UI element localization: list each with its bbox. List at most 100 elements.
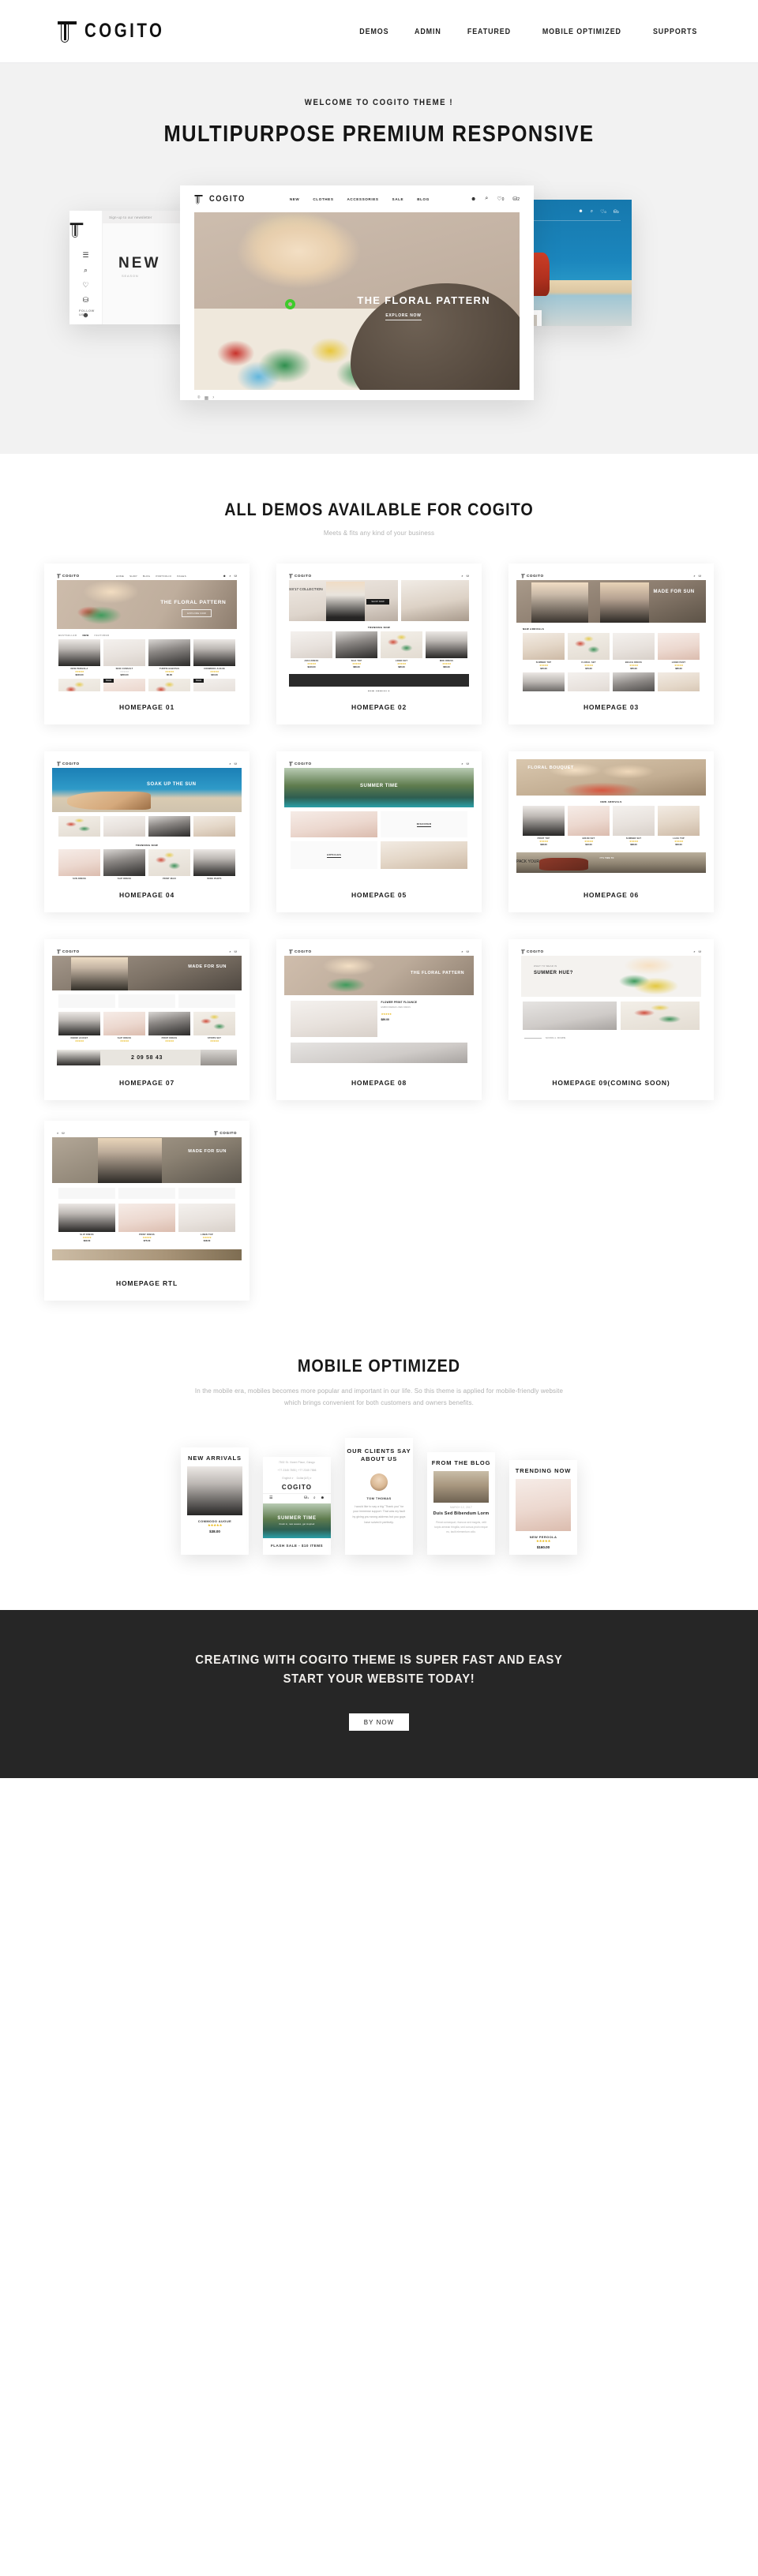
bag-icon[interactable]: ⛁2 xyxy=(512,196,520,202)
product-cell[interactable]: ARIA DRESS ★★★★★ $120.00 xyxy=(291,631,332,668)
product-cell[interactable]: PRINT TOP ★★★★★ $38.00 xyxy=(523,806,565,846)
demo-card-homepage-09[interactable]: COGITO ⌕ ⛁ WHAT TO WEAR IN SUMMER HUE? SC… xyxy=(508,939,714,1100)
search-icon[interactable]: ⌕ xyxy=(461,949,463,953)
search-icon[interactable]: ⌕ xyxy=(485,196,488,202)
search-icon[interactable]: ⌕ xyxy=(57,1131,58,1135)
tab-trending-now[interactable]: TRENDING NOW xyxy=(368,626,390,629)
demo-card-homepage-08[interactable]: COGITO ⌕ ⛁ THE FLORAL PATTERN FLOWER PRIN… xyxy=(276,939,482,1100)
product-cell[interactable] xyxy=(658,672,700,691)
product-cell[interactable]: LINEN TOP ★★★★★ $48.00 xyxy=(178,1204,235,1242)
nav-item-admin[interactable]: ADMIN xyxy=(415,27,441,36)
product-cell[interactable]: COMMODO AUGUE ★★★★★ $40.00 xyxy=(193,639,235,676)
explore-now-link[interactable]: EXPLORE NOW xyxy=(385,313,422,320)
nav-item-featured[interactable]: FEATURED xyxy=(467,27,511,36)
product-cell[interactable]: SKIN CONSULT ★★★★★ $200.00 xyxy=(103,639,145,676)
product-cell[interactable]: SLIP DRESS ★★★★★ xyxy=(103,1012,145,1043)
product-cell[interactable]: WIDE PANTS★★★★★$72.00 xyxy=(193,849,235,879)
product-cell[interactable]: SLIP DRESS★★★★★$88.00 xyxy=(103,849,145,879)
phone-blog[interactable]: FROM THE BLOG MARCH 12, 2017 Duis Sed Bi… xyxy=(427,1451,495,1555)
phone-locale-row[interactable]: English ▾ Dollar(US) ▾ xyxy=(263,1473,331,1481)
demo-card-homepage-02[interactable]: COGITO ⌕ ⛁ SS'17 COLLECTION SHOP NOW TREN… xyxy=(276,564,482,724)
product-cell[interactable]: SILK TOP ★★★★★ $80.00 xyxy=(336,631,377,668)
currency-selector[interactable]: Dollar(US) xyxy=(297,1477,310,1480)
demo-card-homepage-01[interactable]: COGITO HOME SHOP BLOG PORTFOLIO PAGES ☻ … xyxy=(44,564,250,724)
heart-icon[interactable]: ♡0 xyxy=(497,196,504,202)
bag-icon[interactable]: ⛁ xyxy=(235,574,237,578)
explore-now-button[interactable]: EXPLORE NOW xyxy=(182,609,212,618)
product-cell[interactable] xyxy=(568,672,610,691)
menu-icon[interactable]: ☰ xyxy=(82,252,88,259)
product-cell[interactable]: MIDI DRESS★★★★★ xyxy=(148,679,190,691)
nav-item-mobile-optimized[interactable]: MOBILE OPTIMIZED xyxy=(542,27,621,36)
product-cell[interactable]: PRINT MAXI★★★★★$110.00 xyxy=(148,849,190,879)
mini-nav-pages[interactable]: PAGES xyxy=(177,575,186,578)
search-icon[interactable]: ⌕ xyxy=(229,949,231,953)
product-cell[interactable] xyxy=(523,672,565,691)
bag-icon[interactable]: ⛁ xyxy=(235,762,237,766)
lookbook-cell[interactable] xyxy=(193,816,235,837)
product-cell[interactable]: SUMMER TOP ★★★★★ $45.00 xyxy=(523,633,565,670)
mock-nav-sale[interactable]: SALE xyxy=(392,197,404,201)
bag-icon[interactable]: ⛁1 xyxy=(304,1496,309,1500)
tab-new-arrivals[interactable]: NEW ARRIVALS xyxy=(600,800,621,803)
brand-logo[interactable]: COGITO xyxy=(57,20,182,43)
heart-icon[interactable]: ♡0 xyxy=(600,209,606,215)
product-cell[interactable]: LINEN PANT ★★★★★ $65.00 xyxy=(658,633,700,670)
search-icon[interactable]: ⌕ xyxy=(84,267,88,274)
mini-nav-home[interactable]: HOME xyxy=(116,575,124,578)
lookbook-cell[interactable] xyxy=(58,816,100,837)
product-cell[interactable]: SLIP DRESS ★★★★★ $90.00 xyxy=(58,1204,115,1242)
language-selector[interactable]: English xyxy=(282,1477,291,1480)
scroll-down-link[interactable]: SCROLL DOWN xyxy=(546,1036,565,1039)
hero-mockup-center[interactable]: COGITO NEW CLOTHES ACCESSORIES SALE BLOG… xyxy=(180,185,534,401)
search-icon[interactable]: ⌕ xyxy=(461,762,463,766)
product-cell[interactable]: PRINT DRESS ★★★★★ $75.00 xyxy=(118,1204,175,1242)
product-cell[interactable]: DENIM JACKET ★★★★★ xyxy=(58,1012,100,1043)
product-cell[interactable]: BEACH DRESS ★★★★★ $55.00 xyxy=(613,633,655,670)
bag-icon[interactable]: ⛁ xyxy=(699,949,701,953)
product-cell[interactable] xyxy=(613,672,655,691)
shop-now-button[interactable]: SHOP NOW xyxy=(366,598,389,605)
phone-trending[interactable]: TRENDING NOW NEW PERGOLA ★★★★★ $160.00 xyxy=(509,1459,577,1555)
phone-storefront[interactable]: 7502 St. Vicent Place, Glasgo +77 2345 7… xyxy=(263,1456,331,1555)
product-cell[interactable]: STRIPE SET ★★★★★ xyxy=(193,1012,235,1043)
product-cell[interactable]: BIKINI SET ★★★★★ $42.00 xyxy=(568,806,610,846)
mini-nav-shop[interactable]: SHOP xyxy=(129,575,137,578)
search-icon[interactable]: ⌕ xyxy=(591,209,593,215)
mock-center-brand[interactable]: COGITO xyxy=(194,194,249,204)
tab-new[interactable]: NEW xyxy=(82,634,88,637)
search-icon[interactable]: ⌕ xyxy=(229,762,231,766)
bag-icon[interactable]: ⛁ xyxy=(699,574,701,578)
product-cell[interactable]: FLORAL SET ★★★★★ $70.00 xyxy=(568,633,610,670)
tab-featured[interactable]: FEATURED xyxy=(95,634,110,637)
bag-icon[interactable]: ⛁ xyxy=(235,949,237,953)
mini-nav-portfolio[interactable]: PORTFOLIO xyxy=(156,575,171,578)
buy-now-button[interactable]: BY NOW xyxy=(349,1713,409,1732)
user-icon[interactable]: ☻ xyxy=(471,197,476,202)
demo-card-homepage-04[interactable]: COGITO ⌕ ⛁ SOAK UP THE SUN TRENDING NOW S… xyxy=(44,751,250,912)
demo-card-homepage-05[interactable]: COGITO ⌕ ⛁ SUMMER TIME DISCOVER ARTICLES… xyxy=(276,751,482,912)
tab-bestseller[interactable]: BESTSELLER xyxy=(58,634,77,637)
phone-testimonial[interactable]: OUR CLIENTS SAY ABOUT US TOM THOMAS I wo… xyxy=(345,1437,413,1555)
search-icon[interactable]: ⌕ xyxy=(693,949,695,953)
search-icon[interactable]: ⌕ xyxy=(693,574,695,578)
mini-nav-blog[interactable]: BLOG xyxy=(143,575,151,578)
product-cell[interactable]: NEW PERGOLA ★★★★★ $160.00 xyxy=(58,639,100,676)
bag-icon[interactable]: ⛁ xyxy=(467,949,469,953)
lookbook-cell[interactable] xyxy=(148,816,190,837)
heart-icon[interactable]: ♡ xyxy=(82,282,88,289)
demo-card-homepage-rtl[interactable]: COGITO ⌕ ⛁ MADE FOR SUN SLIP DRESS ★★★★★ $9… xyxy=(44,1121,250,1301)
product-cell[interactable]: SALENEW PERGOLA★★★★★ xyxy=(103,679,145,691)
product-cell[interactable]: SUMMER SET ★★★★★ $68.00 xyxy=(613,806,655,846)
bag-icon[interactable]: ⛁ xyxy=(83,297,89,304)
nav-item-supports[interactable]: SUPPORTS xyxy=(653,27,697,36)
user-icon[interactable]: ☻ xyxy=(321,1496,325,1500)
mock-nav-clothes[interactable]: CLOTHES xyxy=(313,197,333,201)
user-icon[interactable]: ☻ xyxy=(223,574,226,578)
product-cell[interactable]: PRINT DRESS ★★★★★ xyxy=(148,1012,190,1043)
tab-trending-now[interactable]: TRENDING NOW xyxy=(136,844,158,847)
nav-item-demos[interactable]: DEMOS xyxy=(359,27,388,36)
demo-card-homepage-03[interactable]: COGITO ⌕ ⛁ MADE FOR SUN NEW ARRIVALS SUMM… xyxy=(508,564,714,724)
search-icon[interactable]: ⌕ xyxy=(313,1496,316,1500)
discover-link[interactable]: DISCOVER xyxy=(416,822,432,827)
